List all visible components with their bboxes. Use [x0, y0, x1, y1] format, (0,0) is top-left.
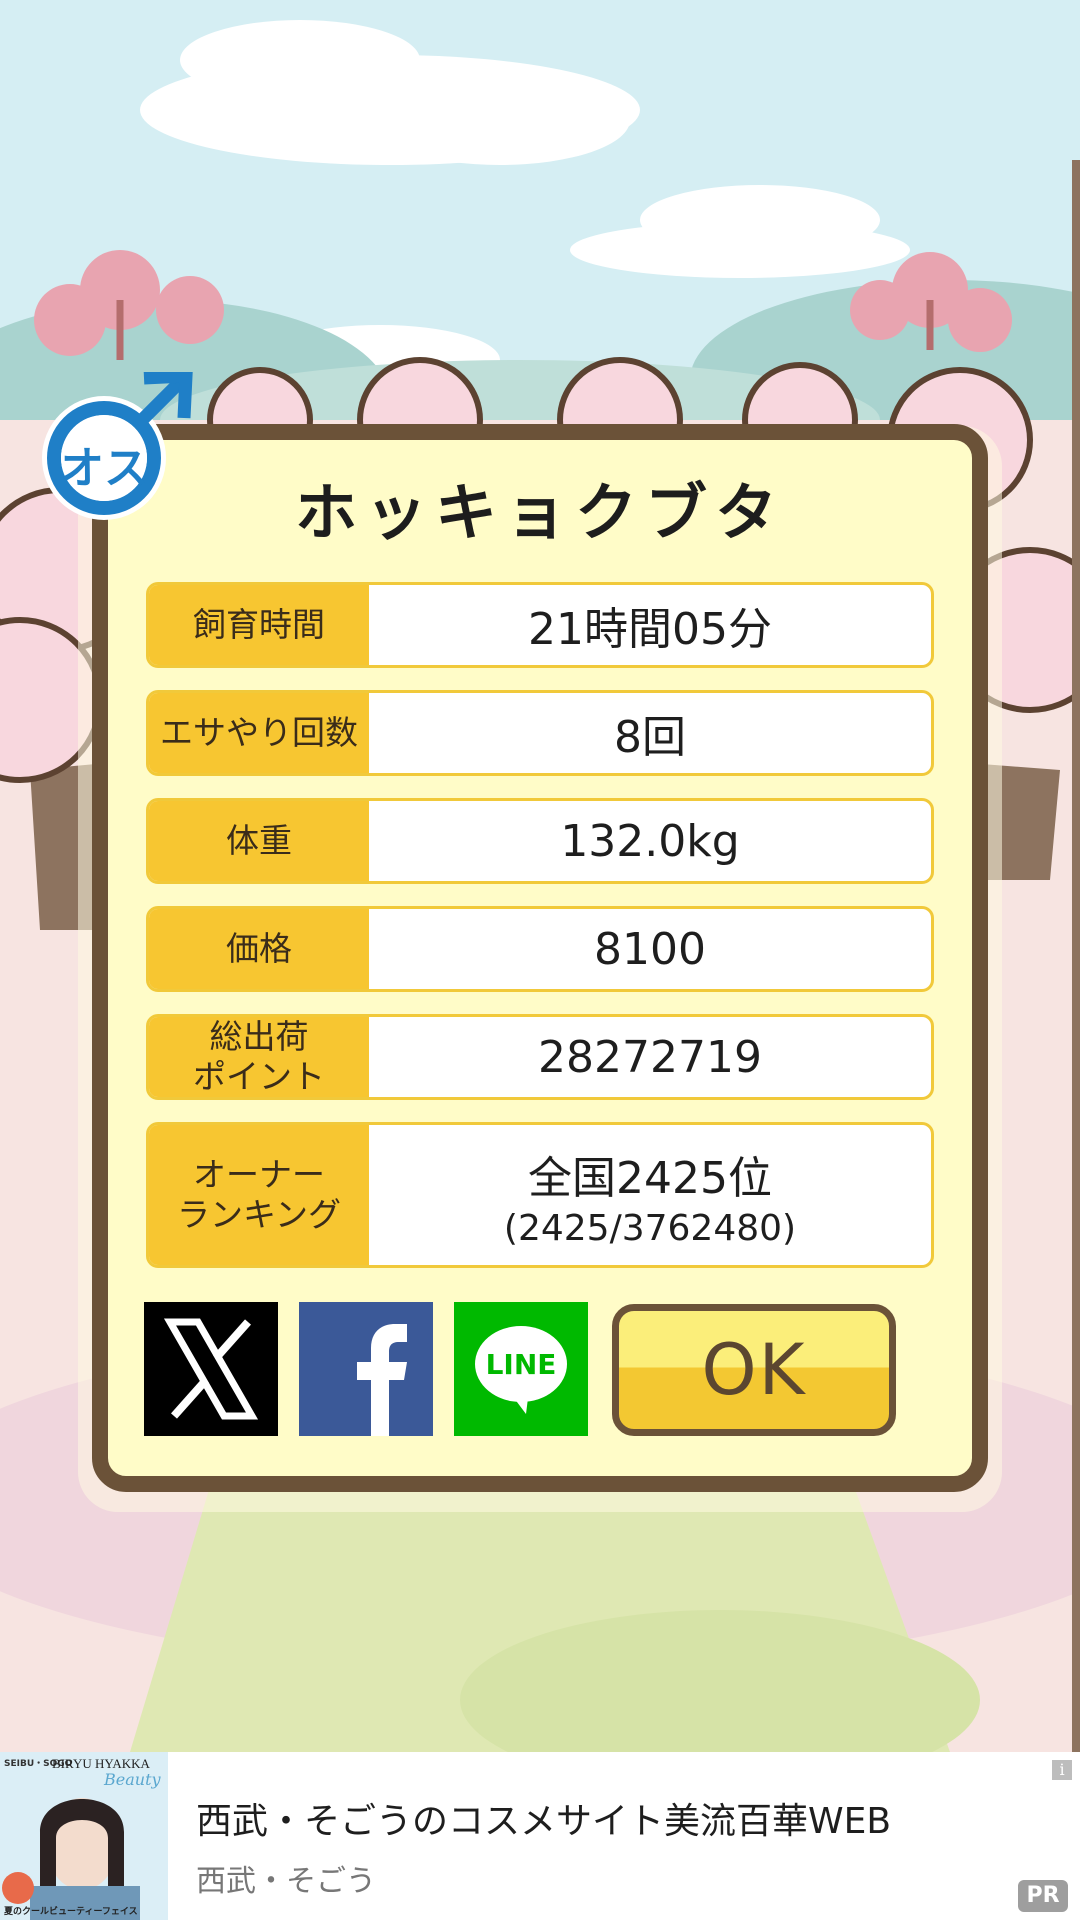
stat-row-feed-count: エサやり回数 8回: [146, 690, 934, 776]
stat-row-breeding-time: 飼育時間 21時間05分: [146, 582, 934, 668]
share-facebook-button[interactable]: [299, 1302, 433, 1436]
stat-value: 28272719: [538, 1031, 762, 1083]
stat-label: エサやり回数: [149, 693, 369, 773]
ad-info-icon[interactable]: i: [1052, 1760, 1072, 1780]
stat-label: 価格: [149, 909, 369, 989]
stat-row-weight: 体重 132.0kg: [146, 798, 934, 884]
share-line-button[interactable]: LINE: [454, 1302, 588, 1436]
stat-row-owner-ranking: オーナー ランキング 全国2425位 (2425/3762480): [146, 1122, 934, 1268]
share-x-button[interactable]: [144, 1302, 278, 1436]
ok-button[interactable]: OK: [612, 1304, 896, 1436]
pet-name-title: ホッキョクブタ: [294, 476, 785, 549]
stat-label: オーナー ランキング: [149, 1125, 369, 1265]
ad-advertiser: 西武・そごう: [196, 1864, 376, 1899]
ranking-value: 全国2425位: [528, 1152, 772, 1204]
stat-row-price: 価格 8100: [146, 906, 934, 992]
ad-thumb-caption: 夏のクールビューティーフェイス: [4, 1907, 138, 1917]
facebook-logo-icon: [357, 1324, 407, 1436]
stat-value: 132.0kg: [560, 815, 740, 867]
stat-label: 体重: [149, 801, 369, 881]
ad-pr-badge: PR: [1018, 1880, 1068, 1912]
line-logo-label: LINE: [485, 1348, 557, 1381]
stat-value: 8回: [614, 712, 686, 763]
stat-label: 飼育時間: [149, 585, 369, 665]
ad-thumb-script: Beauty: [104, 1770, 161, 1789]
ad-title[interactable]: 西武・そごうのコスメサイト美流百華WEB: [196, 1792, 891, 1844]
ranking-detail: (2425/3762480): [503, 1207, 797, 1249]
stat-label: 総出荷 ポイント: [149, 1017, 369, 1097]
x-logo-icon: [163, 1318, 259, 1420]
ad-banner[interactable]: SEIBU・SOGO BIRYU HYAKKA Beauty 夏のクールビューテ…: [0, 1752, 1080, 1920]
stat-value: 8100: [594, 923, 706, 975]
ad-thumbnail[interactable]: SEIBU・SOGO BIRYU HYAKKA Beauty 夏のクールビューテ…: [0, 1752, 168, 1920]
stat-value: 21時間05分: [528, 604, 772, 655]
stat-row-total-points: 総出荷 ポイント 28272719: [146, 1014, 934, 1100]
